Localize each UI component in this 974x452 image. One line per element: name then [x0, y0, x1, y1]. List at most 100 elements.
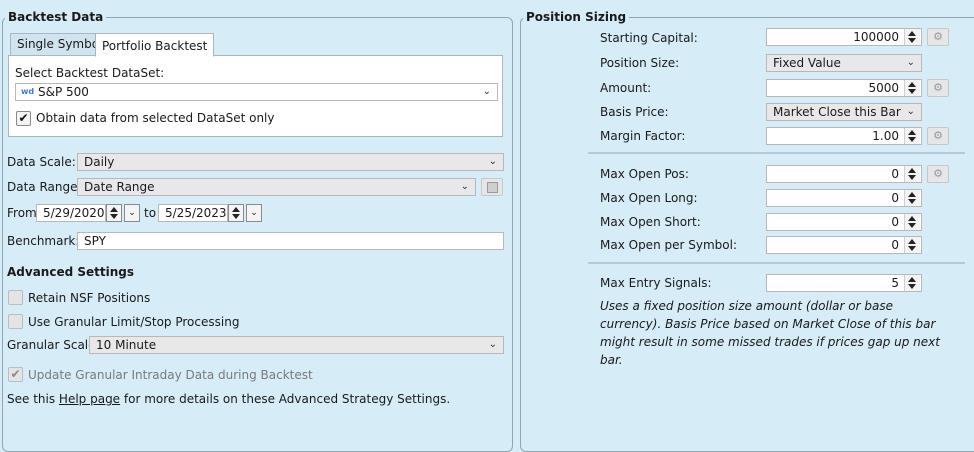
amount-label: Amount:	[600, 81, 652, 95]
basis-price-select[interactable]: Market Close this Bar ⌄	[766, 103, 922, 121]
chevron-down-icon: ⌄	[488, 156, 497, 167]
chevron-down-icon: ⌄	[906, 106, 915, 117]
max-open-pos-value: 0	[891, 167, 899, 181]
from-date-input[interactable]: 5/29/2020	[36, 204, 106, 222]
data-range-value: Date Range	[84, 180, 155, 194]
max-open-symbol-label: Max Open per Symbol:	[600, 238, 737, 252]
help-page-link[interactable]: Help page	[59, 392, 120, 406]
position-sizing-group: Position Sizing Starting Capital: 100000…	[520, 8, 974, 452]
from-date-dropdown[interactable]: ⌄	[124, 204, 140, 222]
dataset-select[interactable]: wd S&P 500 ⌄	[15, 83, 498, 101]
amount-input[interactable]: 5000	[766, 79, 922, 97]
data-scale-value: Daily	[84, 155, 115, 169]
max-open-symbol-input[interactable]: 0	[766, 236, 922, 254]
amount-gear-button[interactable]: ⚙	[927, 79, 949, 97]
granular-scale-label: Granular Scale	[7, 338, 96, 352]
max-open-long-input[interactable]: 0	[766, 189, 922, 207]
data-scale-select[interactable]: Daily ⌄	[77, 153, 504, 171]
obtain-checkbox[interactable]: ✔	[16, 111, 31, 126]
starting-capital-gear-button[interactable]: ⚙	[927, 28, 949, 46]
update-granular-label: Update Granular Intraday Data during Bac…	[28, 368, 313, 382]
max-open-pos-spinner[interactable]	[904, 166, 920, 182]
backtest-data-title: Backtest Data	[5, 8, 107, 26]
from-label: From	[7, 206, 37, 220]
gear-icon: ⚙	[933, 167, 943, 180]
dataset-value: S&P 500	[38, 85, 89, 99]
starting-capital-input[interactable]: 100000	[766, 28, 922, 46]
max-open-long-label: Max Open Long:	[600, 191, 698, 205]
to-label: to	[144, 206, 157, 220]
max-open-pos-input[interactable]: 0	[766, 165, 922, 183]
max-open-pos-label: Max Open Pos:	[600, 167, 689, 181]
tab-portfolio-backtest[interactable]: Portfolio Backtest	[95, 33, 215, 57]
granular-checkbox[interactable]	[8, 314, 23, 329]
margin-factor-spinner[interactable]	[904, 128, 920, 144]
max-open-long-value: 0	[891, 191, 899, 205]
margin-factor-input[interactable]: 1.00	[766, 127, 922, 145]
basis-price-value: Market Close this Bar	[773, 105, 901, 119]
position-size-select[interactable]: Fixed Value ⌄	[766, 54, 922, 72]
to-date-spinner[interactable]	[228, 204, 244, 222]
amount-spinner[interactable]	[904, 80, 920, 96]
benchmark-label: Benchmark:	[7, 234, 80, 248]
retain-nsf-label: Retain NSF Positions	[28, 291, 151, 305]
dataset-label: Select Backtest DataSet:	[15, 66, 165, 80]
max-open-short-label: Max Open Short:	[600, 215, 701, 229]
help-prefix: See this	[7, 392, 59, 406]
position-sizing-title: Position Sizing	[523, 8, 630, 26]
benchmark-input[interactable]: SPY	[77, 232, 504, 250]
granular-scale-value: 10 Minute	[96, 338, 157, 352]
dataset-icon: wd	[21, 87, 35, 96]
chevron-down-icon: ⌄	[250, 208, 258, 218]
position-size-label: Position Size:	[600, 56, 680, 70]
max-entry-signals-input[interactable]: 5	[766, 274, 922, 292]
to-date-dropdown[interactable]: ⌄	[246, 204, 262, 222]
max-open-short-value: 0	[891, 215, 899, 229]
amount-value: 5000	[868, 81, 899, 95]
max-open-short-input[interactable]: 0	[766, 213, 922, 231]
to-date-input[interactable]: 5/25/2023	[158, 204, 228, 222]
max-open-pos-gear-button[interactable]: ⚙	[927, 165, 949, 183]
position-size-description: Uses a fixed position size amount (dolla…	[600, 299, 940, 367]
save-icon	[486, 182, 498, 193]
dataset-panel: Select Backtest DataSet: wd S&P 500 ⌄ ✔ …	[8, 55, 503, 137]
gear-icon: ⚙	[933, 81, 943, 94]
separator	[588, 152, 965, 154]
granular-scale-select[interactable]: 10 Minute ⌄	[89, 336, 504, 354]
chevron-down-icon: ⌄	[488, 339, 497, 350]
max-open-symbol-spinner[interactable]	[904, 237, 920, 253]
obtain-label: Obtain data from selected DataSet only	[36, 111, 275, 125]
separator	[588, 262, 965, 264]
help-text: See this Help page for more details on t…	[7, 391, 450, 407]
margin-factor-label: Margin Factor:	[600, 129, 686, 143]
starting-capital-value: 100000	[853, 30, 899, 44]
max-entry-signals-spinner[interactable]	[904, 275, 920, 291]
advanced-settings-title: Advanced Settings	[7, 265, 135, 279]
max-open-short-spinner[interactable]	[904, 214, 920, 230]
gear-icon: ⚙	[933, 30, 943, 43]
position-size-value: Fixed Value	[773, 56, 841, 70]
update-granular-checkbox[interactable]: ✔	[8, 367, 23, 382]
from-date-spinner[interactable]	[106, 204, 122, 222]
chevron-down-icon: ⌄	[906, 57, 915, 68]
starting-capital-spinner[interactable]	[904, 29, 920, 45]
starting-capital-label: Starting Capital:	[600, 31, 698, 45]
help-suffix: for more details on these Advanced Strat…	[120, 392, 451, 406]
chevron-down-icon: ⌄	[460, 181, 469, 192]
max-open-long-spinner[interactable]	[904, 190, 920, 206]
basis-price-label: Basis Price:	[600, 105, 669, 119]
data-scale-label: Data Scale:	[7, 155, 76, 169]
margin-factor-gear-button[interactable]: ⚙	[927, 127, 949, 145]
granular-label: Use Granular Limit/Stop Processing	[28, 315, 240, 329]
backtest-data-group: Backtest Data Single Symbol Portfolio Ba…	[2, 8, 513, 452]
max-entry-signals-value: 5	[891, 276, 899, 290]
max-open-symbol-value: 0	[891, 238, 899, 252]
data-range-label: Data Range:	[7, 180, 82, 194]
retain-nsf-checkbox[interactable]	[8, 290, 23, 305]
max-entry-signals-label: Max Entry Signals:	[600, 276, 712, 290]
chevron-down-icon: ⌄	[128, 208, 136, 218]
data-range-select[interactable]: Date Range ⌄	[77, 178, 476, 196]
gear-icon: ⚙	[933, 129, 943, 142]
save-range-button[interactable]	[481, 178, 503, 196]
chevron-down-icon: ⌄	[482, 86, 491, 97]
